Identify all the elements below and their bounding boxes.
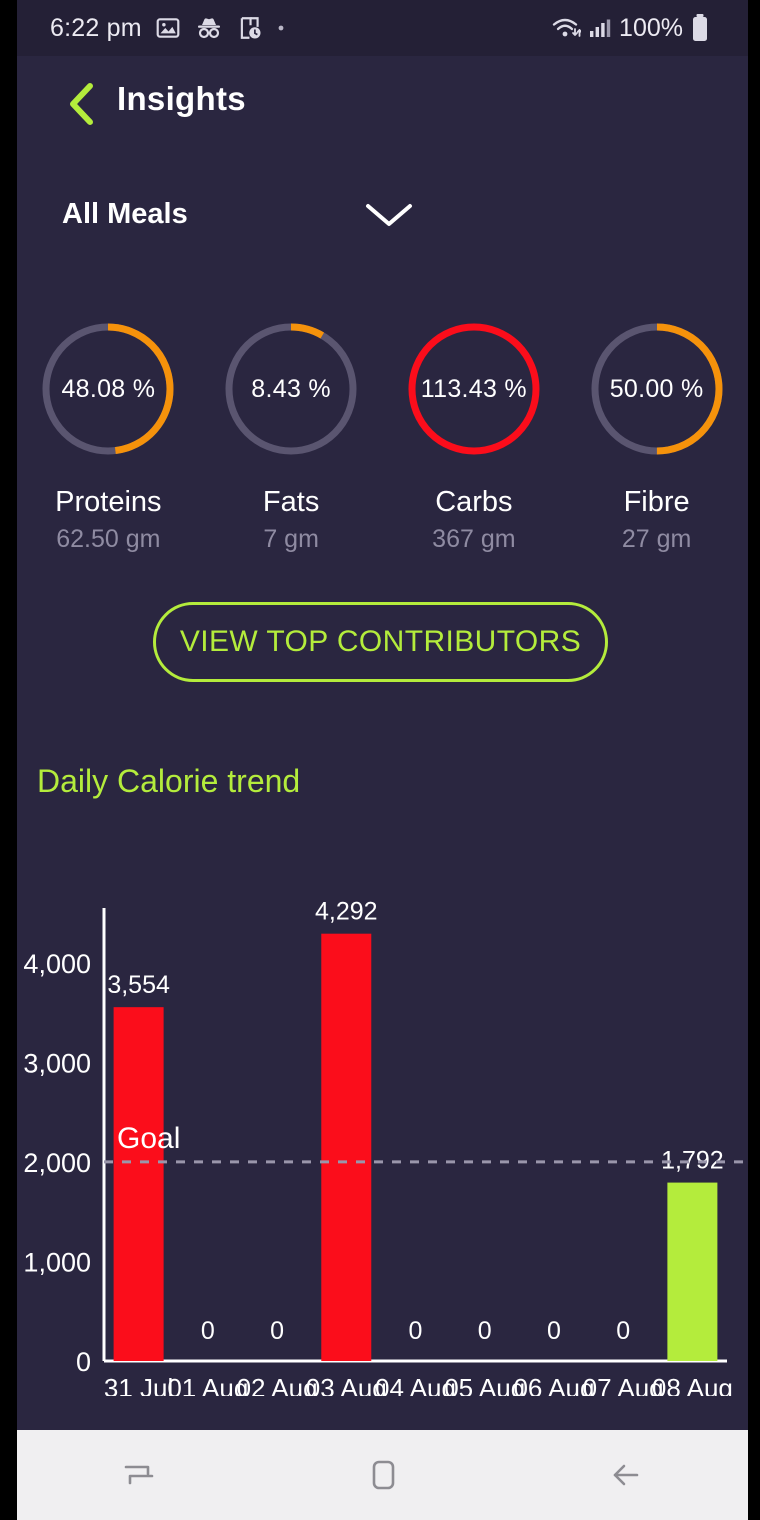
- battery-icon: [693, 14, 707, 41]
- wifi-icon: [552, 18, 582, 37]
- page-title: Insights: [117, 80, 246, 117]
- nutrient-card-proteins[interactable]: 48.08 % Proteins 62.50 gm: [17, 314, 200, 554]
- app-content: Insights All Meals 48.08 % Proteins 62.5…: [17, 56, 748, 1430]
- goal-label: Goal: [117, 1122, 180, 1155]
- y-axis-tick-label: 4,000: [23, 949, 91, 979]
- status-bar-right: 100%: [551, 13, 748, 43]
- image-icon: [156, 18, 180, 38]
- nutrient-card-carbs[interactable]: 113.43 % Carbs 367 gm: [383, 314, 566, 554]
- back-arrow-icon: [613, 1464, 639, 1486]
- recents-icon: [124, 1465, 154, 1485]
- y-axis-tick-label: 3,000: [23, 1048, 91, 1078]
- nutrient-label-fibre: Fibre: [623, 486, 690, 518]
- clock-time: 6:22 pm: [50, 13, 142, 42]
- android-navigation-bar: [17, 1430, 748, 1520]
- chart-bar[interactable]: [667, 1182, 718, 1361]
- nutrient-donut-row: 48.08 % Proteins 62.50 gm 8.43 % Fats 7 …: [17, 314, 748, 554]
- bar-value-label: 4,292: [315, 898, 378, 926]
- donut-value-proteins: 48.08 %: [61, 374, 156, 403]
- bar-value-label: 0: [547, 1317, 561, 1345]
- back-button-nav[interactable]: [504, 1454, 748, 1496]
- chevron-down-icon: [362, 198, 416, 237]
- nutrient-grams-fats: 7 gm: [263, 525, 319, 553]
- phone-screen: 6:22 pm 100% Insights All Meals 48.08 % …: [0, 0, 760, 1520]
- dot-icon: [278, 25, 284, 31]
- nutrient-grams-fibre: 27 gm: [621, 525, 692, 553]
- nutrient-card-fibre[interactable]: 50.00 % Fibre 27 gm: [565, 314, 748, 554]
- bar-value-label: 0: [270, 1317, 284, 1345]
- y-axis-tick-label: 0: [76, 1347, 91, 1377]
- incognito-icon: [197, 18, 220, 39]
- donut-value-fats: 8.43 %: [251, 374, 331, 403]
- meal-filter-label: All Meals: [62, 197, 188, 230]
- bar-value-label: 0: [201, 1317, 215, 1345]
- chart-bar[interactable]: [321, 933, 372, 1361]
- nutrient-label-fats: Fats: [262, 486, 320, 518]
- bar-value-label: 0: [616, 1317, 630, 1345]
- chevron-left-icon: [70, 83, 93, 125]
- y-axis-tick-label: 1,000: [23, 1247, 91, 1277]
- home-button[interactable]: [261, 1454, 505, 1496]
- x-axis-category-label: 08 Aug: [652, 1373, 733, 1396]
- x-axis-category-label: 31 Jul: [104, 1373, 173, 1396]
- view-top-contributors-button[interactable]: VIEW TOP CONTRIBUTORS: [153, 602, 608, 682]
- nutrient-label-carbs: Carbs: [435, 486, 513, 518]
- nutrient-grams-carbs: 367 gm: [432, 525, 516, 553]
- chart-bar[interactable]: [113, 1007, 164, 1361]
- nutrient-grams-proteins: 62.50 gm: [56, 525, 161, 553]
- battery-percent-label: 100%: [619, 13, 683, 42]
- nutrient-label-proteins: Proteins: [55, 486, 162, 518]
- chart-svg: 01,0002,0003,0004,0003,55431 Jul001 Aug0…: [23, 898, 745, 1396]
- document-clock-icon: [240, 17, 261, 39]
- donut-chart-carbs: 113.43 %: [399, 314, 549, 464]
- donut-value-carbs: 113.43 %: [420, 374, 527, 403]
- bar-value-label: 0: [478, 1317, 492, 1345]
- donut-chart-proteins: 48.08 %: [33, 314, 183, 464]
- cellular-signal-icon: [590, 19, 611, 37]
- app-header: Insights: [17, 56, 748, 151]
- daily-calorie-trend-chart[interactable]: 0 1,000 2,000 3,000 4,000 3,554 31 Jul 0 01 Aug 0…: [17, 836, 748, 1396]
- chart-title: Daily Calorie trend: [37, 763, 301, 799]
- nutrient-card-fats[interactable]: 8.43 % Fats 7 gm: [200, 314, 383, 554]
- donut-chart-fibre: 50.00 %: [582, 314, 732, 464]
- donut-value-fibre: 50.00 %: [609, 374, 704, 403]
- recents-button[interactable]: [17, 1454, 261, 1496]
- status-bar: 6:22 pm 100%: [17, 0, 748, 56]
- bar-value-label: 0: [409, 1317, 423, 1345]
- home-icon: [372, 1460, 394, 1490]
- bar-value-label: 3,554: [107, 971, 170, 999]
- meal-filter-dropdown[interactable]: All Meals: [62, 184, 412, 244]
- y-axis-tick-label: 2,000: [23, 1148, 91, 1178]
- donut-chart-fats: 8.43 %: [216, 314, 366, 464]
- back-button[interactable]: [52, 74, 112, 134]
- status-bar-left: 6:22 pm: [17, 14, 286, 43]
